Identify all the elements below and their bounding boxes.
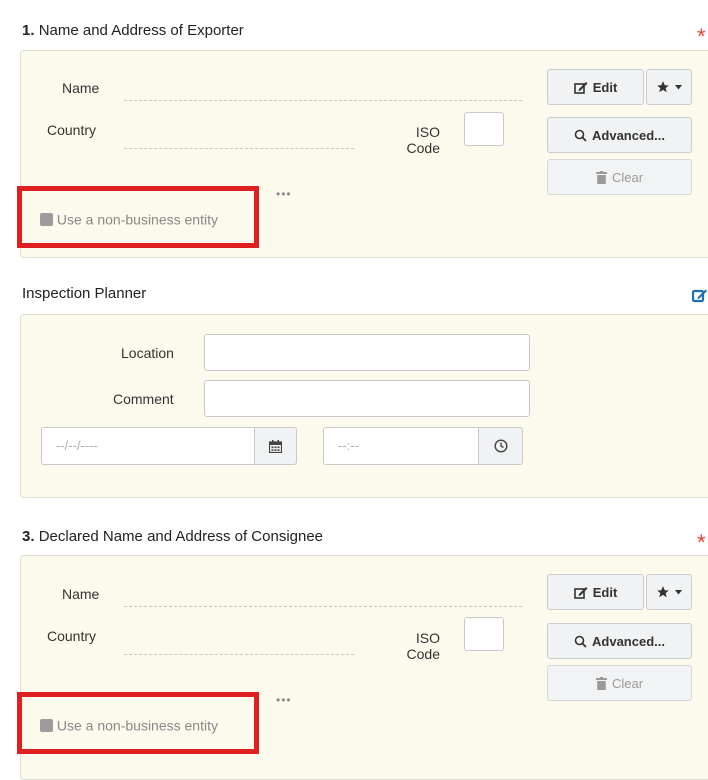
consignee-iso-code-field[interactable] bbox=[464, 617, 504, 651]
clock-icon bbox=[493, 439, 508, 453]
search-icon bbox=[574, 129, 587, 142]
location-input[interactable] bbox=[204, 334, 530, 371]
pencil-square-icon[interactable] bbox=[692, 288, 708, 303]
consignee-name-label: Name bbox=[62, 586, 100, 602]
consignee-more-button[interactable]: ••• bbox=[276, 693, 292, 707]
time-picker-button[interactable] bbox=[478, 427, 523, 465]
search-icon bbox=[574, 635, 587, 648]
edit-icon bbox=[573, 81, 588, 94]
consignee-country-value[interactable] bbox=[124, 654, 354, 655]
calendar-icon bbox=[269, 439, 282, 453]
consignee-advanced-label: Advanced... bbox=[592, 633, 665, 649]
exporter-clear-label: Clear bbox=[611, 169, 644, 185]
exporter-clear-button[interactable]: Clear bbox=[547, 159, 692, 195]
location-label: Location bbox=[121, 345, 174, 361]
star-icon bbox=[656, 585, 670, 599]
comment-label: Comment bbox=[113, 391, 174, 407]
exporter-iso-label-line2: Code bbox=[406, 140, 440, 156]
trash-icon bbox=[595, 170, 607, 184]
consignee-non-business-toggle[interactable]: Use a non-business entity bbox=[40, 716, 218, 733]
consignee-favorites-dropdown[interactable] bbox=[646, 574, 692, 610]
exporter-non-business-checkbox[interactable] bbox=[40, 212, 53, 226]
consignee-clear-button[interactable]: Clear bbox=[547, 665, 692, 701]
exporter-country-label: Country bbox=[47, 122, 97, 138]
exporter-favorites-dropdown[interactable] bbox=[646, 69, 692, 105]
edit-icon bbox=[573, 586, 588, 599]
exporter-edit-label: Edit bbox=[592, 79, 618, 95]
consignee-edit-button[interactable]: Edit bbox=[547, 574, 644, 610]
section1-title-text: Name and Address of Exporter bbox=[38, 22, 244, 39]
consignee-iso-label-line1: ISO bbox=[415, 630, 440, 646]
section1-number: 1. bbox=[22, 22, 35, 39]
section3-number: 3. bbox=[22, 528, 35, 545]
star-icon bbox=[656, 80, 670, 94]
inspection-title: Inspection Planner bbox=[22, 285, 147, 302]
exporter-iso-code-field[interactable] bbox=[464, 112, 504, 146]
caret-down-icon bbox=[675, 589, 682, 595]
section3-title-text: Declared Name and Address of Consignee bbox=[38, 528, 324, 545]
trash-icon bbox=[595, 676, 607, 690]
exporter-name-label: Name bbox=[62, 80, 100, 96]
comment-input[interactable] bbox=[204, 380, 530, 417]
consignee-name-value[interactable] bbox=[124, 606, 522, 607]
consignee-clear-label: Clear bbox=[611, 675, 644, 691]
date-picker-button[interactable] bbox=[254, 427, 297, 465]
caret-down-icon bbox=[675, 84, 682, 90]
time-placeholder: --:-- bbox=[338, 438, 359, 453]
date-input[interactable]: --/--/---- bbox=[41, 427, 255, 465]
exporter-more-button[interactable]: ••• bbox=[276, 187, 292, 201]
consignee-advanced-button[interactable]: Advanced... bbox=[547, 623, 692, 659]
consignee-iso-label-line2: Code bbox=[406, 646, 440, 662]
exporter-non-business-toggle[interactable]: Use a non-business entity bbox=[40, 210, 218, 227]
time-input[interactable]: --:-- bbox=[323, 427, 479, 465]
consignee-iso-label: ISO Code bbox=[407, 630, 440, 662]
exporter-iso-label: ISO Code bbox=[407, 124, 440, 156]
section1-required-mark: * bbox=[697, 24, 706, 49]
consignee-country-label: Country bbox=[47, 628, 97, 644]
section3-title: 3. Declared Name and Address of Consigne… bbox=[22, 528, 323, 545]
exporter-name-value[interactable] bbox=[124, 100, 522, 101]
exporter-advanced-button[interactable]: Advanced... bbox=[547, 117, 692, 153]
exporter-non-business-label: Use a non-business entity bbox=[56, 211, 218, 228]
exporter-edit-button[interactable]: Edit bbox=[547, 69, 644, 105]
exporter-advanced-label: Advanced... bbox=[592, 127, 665, 143]
exporter-country-value[interactable] bbox=[124, 148, 354, 149]
exporter-iso-label-line1: ISO bbox=[415, 124, 440, 140]
section1-title: 1. Name and Address of Exporter bbox=[22, 22, 244, 39]
consignee-non-business-checkbox[interactable] bbox=[40, 718, 53, 732]
consignee-edit-label: Edit bbox=[592, 584, 618, 600]
date-placeholder: --/--/---- bbox=[56, 438, 98, 453]
section3-required-mark: * bbox=[697, 530, 706, 555]
consignee-non-business-label: Use a non-business entity bbox=[56, 717, 218, 734]
